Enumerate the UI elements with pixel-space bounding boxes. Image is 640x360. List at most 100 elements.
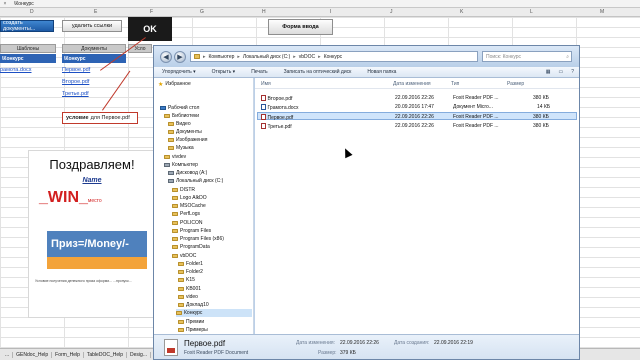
print-button[interactable]: Печать [243, 69, 275, 75]
tree-item-floppy[interactable]: Дисковод (A:) [168, 169, 207, 177]
tree-item-local-disk[interactable]: Локальный диск (C:) [168, 177, 223, 185]
column-size[interactable]: Размер [507, 81, 524, 87]
sheet-tab[interactable]: GENdoc_Help [13, 351, 53, 358]
column-header[interactable]: M [600, 9, 604, 15]
tree-item-folder[interactable]: Примеры [178, 326, 208, 334]
breadcrumb-item[interactable]: Компьютер [209, 54, 235, 60]
certificate-prize-bar [47, 257, 147, 269]
column-name[interactable]: Имя [261, 81, 271, 87]
tree-item-folder[interactable]: KB001 [178, 285, 201, 293]
tree-item-folder[interactable]: video [178, 293, 198, 301]
document-link[interactable]: Первое.pdf [62, 67, 90, 73]
column-header[interactable]: I [330, 9, 331, 15]
tree-item-folder[interactable]: Program Files (x86) [172, 235, 224, 243]
tree-item-folder[interactable]: Program Files [172, 227, 211, 235]
document-link[interactable]: Второе.pdf [62, 79, 89, 85]
pdf-file-icon [261, 114, 266, 120]
open-menu[interactable]: Открыть ▾ [204, 69, 244, 75]
tree-item-folder[interactable]: Logo AlkDO [172, 194, 207, 202]
tree-item-computer[interactable]: Компьютер [164, 161, 198, 169]
folder-icon [168, 137, 174, 143]
tree-item-user[interactable]: vivdev [164, 153, 186, 161]
folder-icon [164, 113, 170, 119]
column-header[interactable]: K [460, 9, 463, 15]
column-header[interactable]: L [530, 9, 533, 15]
preview-pane-icon[interactable]: ▭ [558, 69, 563, 75]
folder-icon [172, 228, 178, 234]
new-folder-button[interactable]: Новая папка [359, 69, 404, 75]
tree-item-folder[interactable]: PerfLogs [172, 210, 200, 218]
tree-item-folder[interactable]: DISTR [172, 186, 195, 194]
sheet-tab[interactable]: Desig... [127, 351, 151, 358]
back-arrow-icon[interactable]: ◀ [160, 51, 172, 63]
address-bar[interactable]: ▸ Компьютер ▸ Локальный диск (C:) ▸ vbDO… [190, 51, 478, 62]
formula-value[interactable]: \Конкурс [10, 1, 640, 7]
file-row[interactable]: Грамота.docx 20.09.2016 17:47 Документ M… [257, 103, 577, 111]
tree-item-folder[interactable]: K15 [178, 276, 195, 284]
tree-item-folder[interactable]: Folder1 [178, 260, 203, 268]
computer-icon [164, 163, 170, 167]
folder-icon [172, 236, 178, 242]
tree-item-folder[interactable]: Премии [178, 318, 204, 326]
column-header[interactable]: J [390, 9, 393, 15]
template-link[interactable]: рамота.docx [0, 67, 32, 73]
folder-icon [194, 54, 200, 59]
file-list[interactable]: Имя Дата изменения Тип Размер Второе.pdf… [255, 78, 579, 334]
column-header[interactable]: F [150, 9, 153, 15]
details-size-value: 379 КБ [340, 350, 356, 356]
tree-item-documents[interactable]: Документы [168, 128, 202, 136]
breadcrumb-item[interactable]: Конкурс [324, 54, 342, 60]
document-link[interactable]: Третье.pdf [62, 91, 89, 97]
details-size-label: Размер: [318, 350, 337, 356]
sheet-tab[interactable]: TableDOC_Help [84, 351, 128, 358]
column-header[interactable]: G [200, 9, 204, 15]
column-header[interactable]: E [94, 9, 97, 15]
tree-item-video[interactable]: Видео [168, 120, 191, 128]
delete-links-button[interactable]: удалить ссылки [62, 20, 122, 32]
create-documents-button[interactable]: создать документы... [0, 20, 54, 32]
breadcrumb-item[interactable]: Локальный диск (C:) [243, 54, 290, 60]
tree-item-music[interactable]: Музыка [168, 144, 194, 152]
sheet-tab[interactable]: Form_Help [52, 351, 84, 358]
folder-icon [168, 129, 174, 135]
column-date[interactable]: Дата изменения [393, 81, 431, 87]
input-form-button[interactable]: Форма ввода [268, 19, 333, 35]
tree-item-folder[interactable]: vbDOC [172, 252, 196, 260]
ok-button[interactable]: OK [128, 17, 172, 41]
help-icon[interactable]: ? [571, 69, 574, 75]
file-row[interactable]: Второе.pdf 22.09.2016 22:26 Foxit Reader… [257, 94, 577, 102]
folder-icon [168, 145, 174, 151]
sheet-tab[interactable]: ... [2, 351, 14, 358]
formula-bar[interactable]: × \Конкурс [0, 0, 640, 8]
tree-item-folder[interactable]: MSOCache [172, 202, 206, 210]
tree-item-folder[interactable]: POLICON [172, 219, 203, 227]
tree-item-favorites[interactable]: ★ Избранное [158, 80, 191, 88]
navigation-pane[interactable]: ★ Избранное Рабочий стол Библиотеки Видео… [154, 78, 254, 334]
breadcrumb-item[interactable]: vbDOC [299, 54, 315, 60]
formula-cancel-icon[interactable]: × [0, 1, 10, 7]
view-options-icon[interactable]: ▦ [546, 69, 551, 75]
tree-item-libraries[interactable]: Библиотеки [164, 112, 199, 120]
pdf-file-icon [164, 339, 178, 356]
tree-item-images[interactable]: Изображения [168, 136, 207, 144]
tree-item-folder[interactable]: ProgramData [172, 243, 210, 251]
word-file-icon [261, 104, 266, 110]
burn-disc-button[interactable]: Записать на оптический диск [276, 69, 360, 75]
column-type[interactable]: Тип [451, 81, 459, 87]
folder-icon [168, 121, 174, 127]
column-header[interactable]: H [262, 9, 266, 15]
file-row-selected[interactable]: Первое.pdf 22.09.2016 22:26 Foxit Reader… [257, 112, 577, 121]
search-input[interactable]: Поиск: Конкурс ⌕ [482, 51, 572, 62]
templates-path-cell[interactable]: \Конкурс [0, 54, 56, 63]
tree-item-desktop[interactable]: Рабочий стол [160, 104, 199, 112]
file-row[interactable]: Третье.pdf 22.09.2016 22:26 Foxit Reader… [257, 122, 577, 130]
forward-arrow-icon[interactable]: ▶ [174, 51, 186, 63]
tree-item-current-folder[interactable]: Конкурс [176, 309, 252, 317]
tree-item-folder[interactable]: Доклад10 [178, 301, 209, 309]
organize-menu[interactable]: Упорядочить ▾ [154, 69, 204, 75]
search-placeholder: Поиск: Конкурс [486, 53, 522, 60]
tree-item-folder[interactable]: Folder2 [178, 268, 203, 276]
folder-icon [178, 277, 184, 283]
details-modified-value: 22.09.2016 22:26 [340, 340, 379, 346]
column-header[interactable]: D [30, 9, 34, 15]
